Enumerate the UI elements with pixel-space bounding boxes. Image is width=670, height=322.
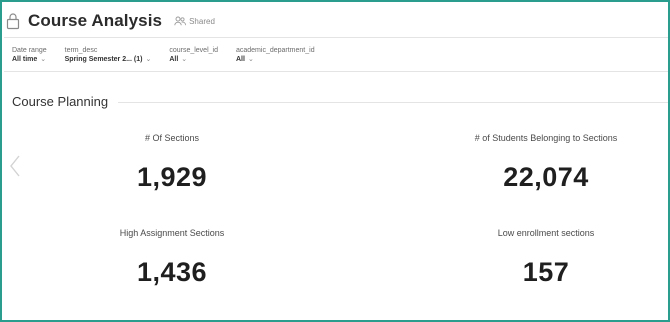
kpi-label: Low enrollment sections: [497, 228, 595, 238]
filter-value-text: Spring Semester 2... (1): [64, 56, 143, 63]
section-heading: Course Planning: [12, 94, 109, 109]
chevron-down-icon: ⌄: [40, 56, 47, 63]
dashboard-window: Course Analysis Shared Date range All ti…: [0, 0, 670, 322]
filter-value-text: All: [169, 56, 179, 63]
kpi-label: # of Students Belonging to Sections: [474, 133, 618, 143]
kpi-card-students[interactable]: # of Students Belonging to Sections 22,0…: [396, 132, 668, 193]
people-icon: [174, 16, 186, 26]
filter-course-level-id[interactable]: course_level_id All ⌄: [169, 46, 218, 65]
filter-value-text: All: [235, 56, 245, 63]
kpi-value: 1,436: [136, 257, 208, 287]
filter-bar: Date range All time ⌄ term_desc Spring S…: [12, 46, 333, 65]
header-divider: [4, 37, 668, 38]
filter-value[interactable]: All ⌄: [169, 55, 218, 65]
filter-academic-department-id[interactable]: academic_department_id All ⌄: [236, 46, 315, 65]
filter-term-desc[interactable]: term_desc Spring Semester 2... (1) ⌄: [65, 46, 152, 65]
filter-value[interactable]: Spring Semester 2... (1) ⌄: [65, 55, 152, 65]
chevron-down-icon: ⌄: [145, 56, 152, 63]
chevron-down-icon: ⌄: [181, 56, 188, 63]
filter-label: course_level_id: [169, 47, 218, 54]
kpi-label: # Of Sections: [144, 133, 200, 143]
page-title: Course Analysis: [28, 11, 163, 30]
shared-label: Shared: [189, 16, 215, 26]
kpi-card-low-enrollment[interactable]: Low enrollment sections 157: [396, 227, 668, 288]
kpi-value: 22,074: [503, 162, 589, 192]
kpi-card-high-assignment[interactable]: High Assignment Sections 1,436: [22, 227, 322, 288]
section-divider: [118, 102, 668, 103]
shared-badge[interactable]: Shared: [174, 16, 215, 26]
dashboard-header: Course Analysis Shared: [6, 8, 215, 34]
kpi-card-sections[interactable]: # Of Sections 1,929: [22, 132, 322, 193]
kpi-value: 1,929: [136, 162, 208, 192]
filter-value-text: All time: [12, 56, 38, 63]
filter-value[interactable]: All time ⌄: [12, 55, 47, 65]
kpi-label: High Assignment Sections: [119, 228, 225, 238]
filter-label: academic_department_id: [235, 47, 315, 54]
filter-divider: [4, 71, 668, 72]
filter-value[interactable]: All ⌄: [236, 55, 315, 65]
chevron-left-icon[interactable]: [8, 154, 22, 178]
lock-icon: [6, 13, 20, 30]
filter-date-range[interactable]: Date range All time ⌄: [12, 46, 47, 65]
kpi-value: 157: [522, 257, 570, 287]
chevron-down-icon: ⌄: [247, 56, 254, 63]
filter-label: term_desc: [64, 47, 98, 54]
filter-label: Date range: [12, 47, 47, 54]
